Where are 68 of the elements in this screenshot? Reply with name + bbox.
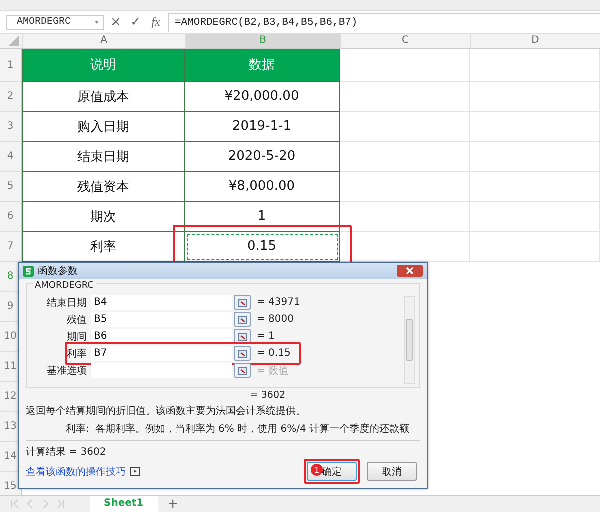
row-header[interactable]: 7 bbox=[0, 232, 22, 262]
table-cell: 2019-1-1 bbox=[185, 112, 340, 142]
table-cell: ¥20,000.00 bbox=[185, 82, 340, 112]
cell-reference-button[interactable] bbox=[234, 346, 251, 361]
function-description: 返回每个结算期间的折旧值。该函数主要为法国会计系统提供。 bbox=[26, 404, 307, 418]
cancel-button[interactable]: × bbox=[108, 14, 124, 30]
argument-result: = 数值 bbox=[257, 364, 289, 378]
close-button[interactable] bbox=[397, 265, 423, 277]
dialog-title: 函数参数 bbox=[38, 264, 78, 278]
table-cell: 说明 bbox=[22, 49, 185, 82]
argument-help-text: 各期利率。例如，当利率为 6% 时，使用 6%/4 计算一个季度的还款额 bbox=[95, 422, 410, 436]
argument-field[interactable] bbox=[91, 363, 232, 378]
argument-result: = 1 bbox=[257, 331, 275, 342]
row-header[interactable]: 5 bbox=[0, 172, 22, 202]
formula-result: = 3602 bbox=[249, 389, 287, 401]
close-icon bbox=[405, 267, 415, 275]
argument-field[interactable]: B7 bbox=[91, 346, 232, 361]
argument-result: = 8000 bbox=[257, 314, 294, 325]
argument-label: 残值 bbox=[66, 314, 88, 326]
insert-function-button[interactable]: fx bbox=[148, 14, 164, 30]
table-cell: 期次 bbox=[22, 202, 185, 232]
table-cell: ¥8,000.00 bbox=[185, 172, 340, 202]
caret-icon bbox=[95, 20, 99, 24]
table-cell: 数据 bbox=[185, 49, 340, 82]
table-cell: 结束日期 bbox=[22, 142, 185, 172]
argument-label: 利率 bbox=[66, 348, 88, 360]
dialog-button[interactable]: 取消 bbox=[367, 462, 417, 481]
column-header[interactable]: B bbox=[185, 34, 340, 48]
argument-label: 基准选项 bbox=[46, 364, 88, 378]
confirm-button[interactable]: ✓ bbox=[128, 14, 144, 30]
column-header[interactable]: D bbox=[470, 34, 600, 48]
table-cell: 0.15 bbox=[185, 232, 340, 262]
argument-label: 结束日期 bbox=[46, 296, 88, 310]
name-box[interactable]: AMORDEGRC bbox=[6, 14, 104, 30]
argument-help-label: 利率: bbox=[66, 422, 90, 436]
cell-reference-icon bbox=[238, 316, 247, 324]
table-cell: 购入日期 bbox=[22, 112, 185, 142]
argument-result: = 43971 bbox=[257, 297, 300, 308]
row-header[interactable]: 4 bbox=[0, 142, 22, 172]
scrollbar[interactable] bbox=[404, 296, 415, 384]
row-header[interactable]: 3 bbox=[0, 112, 22, 142]
cell-reference-button[interactable] bbox=[234, 312, 251, 327]
video-icon bbox=[130, 467, 140, 476]
cell-reference-icon bbox=[238, 366, 247, 374]
cell-reference-icon bbox=[238, 350, 247, 358]
row-header[interactable]: 6 bbox=[0, 202, 22, 232]
column-header[interactable]: C bbox=[340, 34, 470, 48]
argument-result: = 0.15 bbox=[257, 348, 291, 359]
argument-field[interactable]: B4 bbox=[91, 295, 232, 310]
cell-reference-button[interactable] bbox=[234, 295, 251, 310]
cell-reference-icon bbox=[238, 332, 247, 340]
table-cell: 原值成本 bbox=[22, 82, 185, 112]
row-header[interactable]: 1 bbox=[0, 49, 22, 82]
cell-reference-button[interactable] bbox=[234, 363, 251, 378]
cell-reference-icon bbox=[238, 298, 247, 306]
add-sheet-button[interactable]: + bbox=[168, 496, 179, 512]
help-link[interactable]: 查看该函数的操作技巧 bbox=[26, 464, 126, 478]
row-header[interactable]: 2 bbox=[0, 82, 22, 112]
calculation-result: 计算结果 = 3602 bbox=[26, 446, 108, 459]
function-name: AMORDEGRC bbox=[33, 281, 96, 291]
argument-field[interactable]: B5 bbox=[91, 312, 232, 327]
sheet-tab[interactable]: Sheet1 bbox=[90, 496, 158, 512]
table-cell: 1 bbox=[185, 202, 340, 232]
formula-field[interactable]: =AMORDEGRC(B2,B3,B4,B5,B6,B7) bbox=[168, 12, 600, 32]
app-icon bbox=[23, 266, 34, 276]
table-cell: 2020-5-20 bbox=[185, 142, 340, 172]
argument-label: 期间 bbox=[66, 330, 88, 344]
table-cell: 残值资本 bbox=[22, 172, 185, 202]
